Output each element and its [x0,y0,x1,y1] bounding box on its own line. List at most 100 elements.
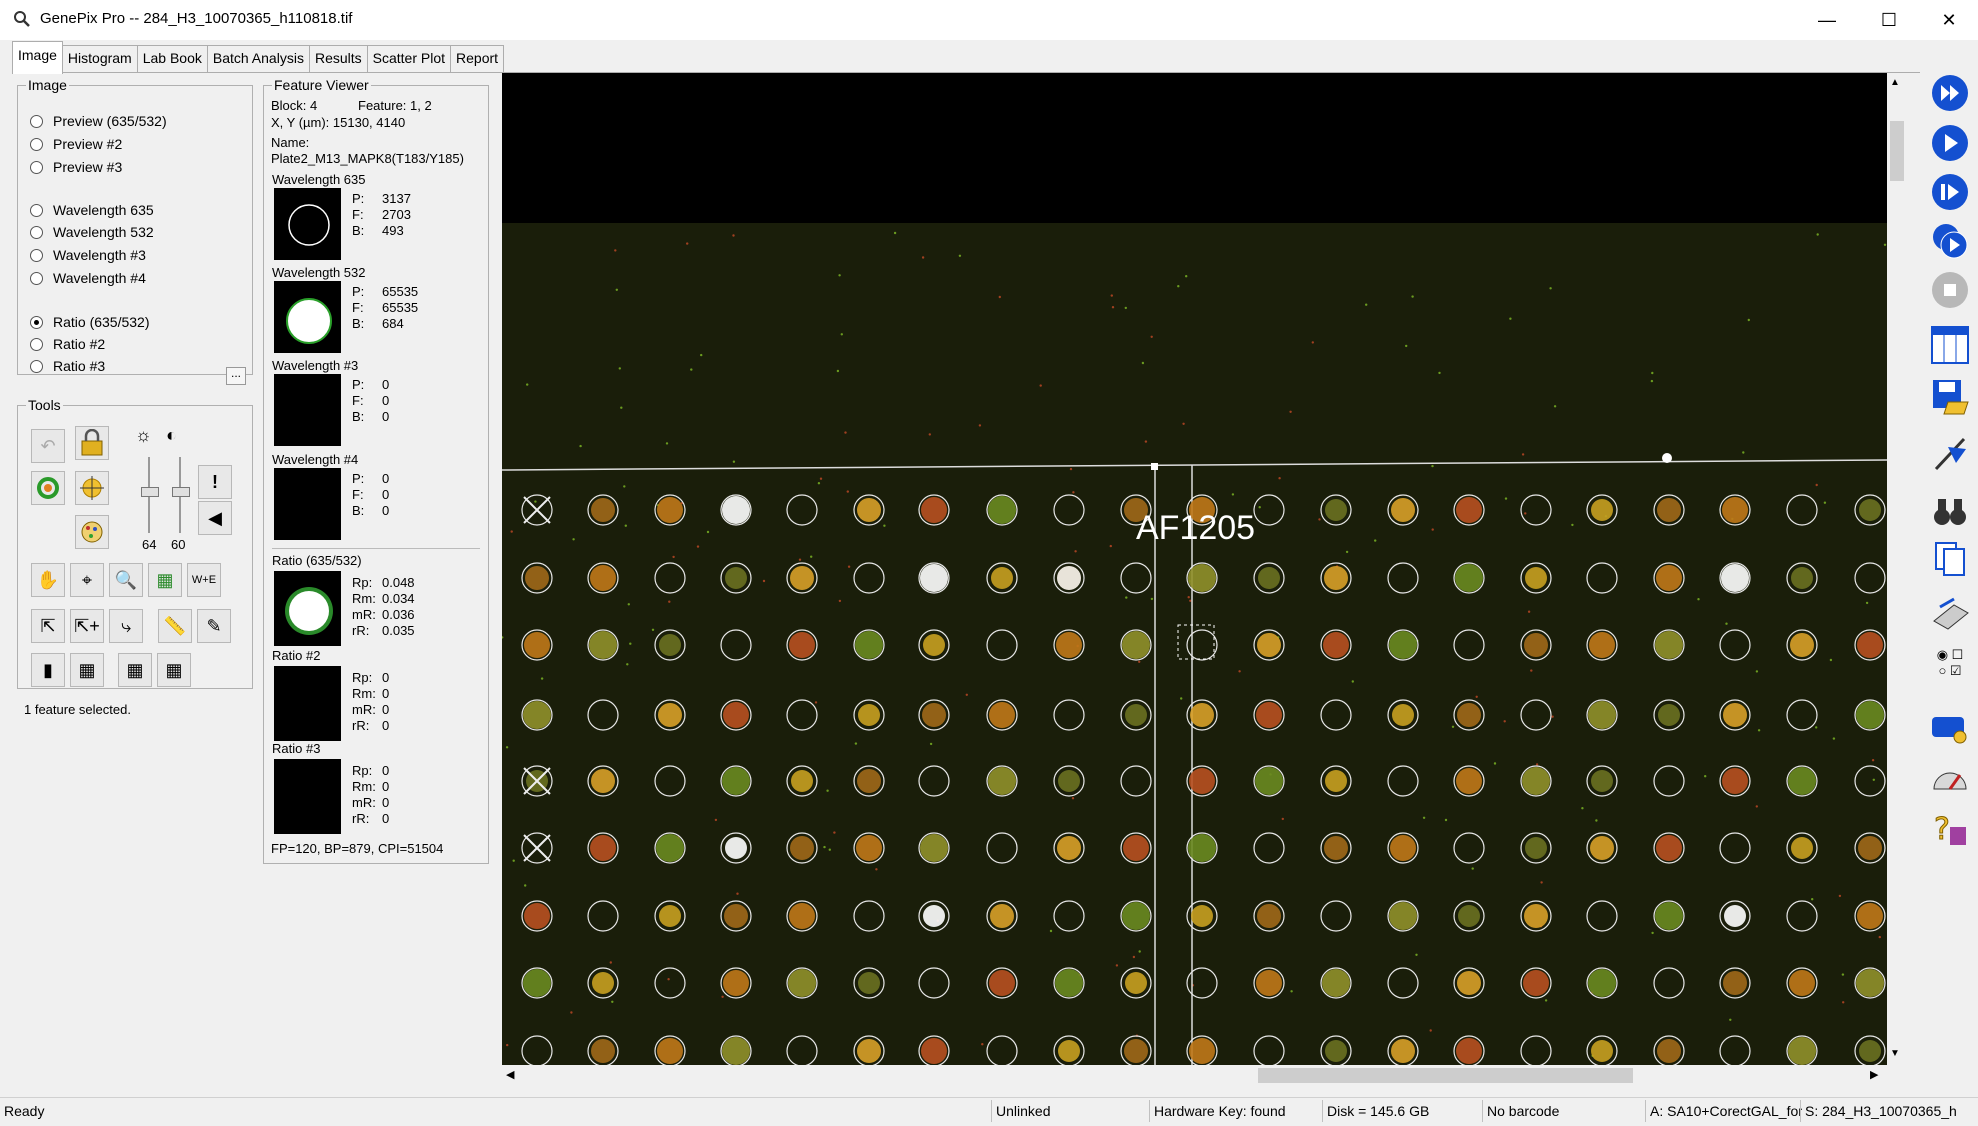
tab-image[interactable]: Image [12,41,63,74]
noise-speck [1115,964,1119,967]
zoom-icon[interactable]: 🔍 [109,563,143,597]
scan-fast-forward-icon[interactable] [1929,72,1971,114]
copy-pages-icon[interactable] [1929,538,1971,580]
compass-icon[interactable]: W+E [187,563,221,597]
arrow-left-icon[interactable]: ◀ [198,501,232,535]
spot [722,767,750,795]
tab-batch-analysis[interactable]: Batch Analysis [206,45,310,72]
contrast-slider[interactable] [170,457,190,533]
close-button[interactable]: ✕ [1920,0,1978,40]
feature-dots-icon[interactable] [75,515,109,549]
lock-icon[interactable] [75,426,109,460]
image-option-label: Preview #3 [53,159,123,175]
noise-speck [579,444,582,448]
image-option[interactable]: Preview #3 [30,159,122,175]
grid-green-icon[interactable]: ▦ [148,563,182,597]
radio-button[interactable] [30,315,43,329]
horizontal-scrollbar[interactable]: ◀ ▶ [502,1065,1887,1086]
add-feature-icon[interactable]: ⇱+ [70,609,104,643]
scroll-left-icon[interactable]: ◀ [506,1068,514,1081]
vertical-scroll-thumb[interactable] [1890,121,1904,181]
maximize-button[interactable]: ☐ [1860,0,1918,40]
spot [590,835,616,861]
tab-lab-book[interactable]: Lab Book [136,45,208,72]
grid-icon[interactable]: ▦ [70,653,104,687]
camera-key-icon[interactable] [1929,706,1971,748]
image-option[interactable]: Preview (635/532) [30,113,167,129]
radio-button[interactable] [30,248,43,262]
pencil-icon[interactable]: ✎ [197,609,231,643]
grid-add-icon[interactable]: ▦ [118,653,152,687]
tools-group: Tools ↶ ☼ ◐ 64 60 ! ◀ ✋ ⌖ 🔍 ▦ W+E ⇱ ⇱+ ⤷… [17,397,253,689]
tab-histogram[interactable]: Histogram [61,45,138,72]
noise-speck [1471,867,1474,870]
gauge-icon[interactable] [1929,758,1971,800]
single-column-icon[interactable]: ▮ [31,653,65,687]
scan-once-icon[interactable] [1929,171,1971,213]
noise-speck [506,1043,509,1047]
microarray-canvas[interactable] [502,73,1887,1065]
tab-scatter-plot[interactable]: Scatter Plot [366,45,452,72]
tab-results[interactable]: Results [308,45,368,72]
radio-button[interactable] [30,271,43,285]
horizontal-scroll-thumb[interactable] [1258,1068,1633,1083]
image-option[interactable]: Ratio #3 [30,358,105,374]
scan-play-icon[interactable] [1929,122,1971,164]
wavelength-stat-value: 0 [382,503,390,518]
align-target-icon[interactable] [75,471,109,505]
scan-batch-icon[interactable] [1929,220,1971,262]
more-options-button[interactable]: ... [226,367,246,385]
tab-report[interactable]: Report [450,45,505,72]
noise-speck [1816,233,1819,236]
image-option[interactable]: Ratio #2 [30,336,105,352]
ratio-stat-value: 0 [382,670,390,685]
image-option[interactable]: Wavelength 635 [30,202,154,218]
barcode-grid-icon[interactable] [1929,324,1971,366]
radio-button[interactable] [30,137,43,151]
rotate-grid-icon[interactable] [31,471,65,505]
scroll-down-icon[interactable]: ▼ [1890,1048,1900,1059]
spot [1058,770,1080,792]
ruler-icon[interactable]: 📏 [158,609,192,643]
radio-button[interactable] [30,160,43,174]
noise-speck [690,368,693,371]
array-image[interactable]: AF1205 [502,73,1887,1065]
image-option[interactable]: Wavelength #3 [30,247,146,263]
scroll-right-icon[interactable]: ▶ [1870,1068,1878,1081]
spot [1524,633,1548,657]
select-block-icon[interactable]: ⇱ [31,609,65,643]
binoculars-icon[interactable] [1929,490,1971,532]
alert-icon[interactable]: ! [198,465,232,499]
help-book-icon[interactable]: ? [1929,808,1971,850]
lasso-icon[interactable]: ⤷ [109,609,143,643]
hand-pan-icon[interactable]: ✋ [31,563,65,597]
brightness-slider[interactable] [139,457,159,533]
image-option[interactable]: Ratio (635/532) [30,314,150,330]
image-option[interactable]: Preview #2 [30,136,122,152]
zoom-target-icon[interactable]: ⌖ [70,563,104,597]
image-option-label: Wavelength #4 [53,270,146,286]
minimize-button[interactable]: — [1798,0,1856,40]
vertical-scrollbar[interactable]: ▲ ▼ [1887,73,1907,1065]
radio-button[interactable] [30,337,43,351]
brightness-icon: ☼ [135,425,152,445]
undo-icon[interactable]: ↶ [31,429,65,463]
radio-button[interactable] [30,114,43,128]
spot [1788,1037,1816,1065]
radio-button[interactable] [30,359,43,373]
radio-button[interactable] [30,203,43,217]
save-icon[interactable] [1929,375,1971,417]
image-option[interactable]: Wavelength #4 [30,270,146,286]
scanner-icon[interactable] [1929,592,1971,634]
radio-button[interactable] [30,225,43,239]
ratio-stat-value: 0 [382,811,390,826]
feature-viewer-legend: Feature Viewer [274,77,369,93]
grid-edit-icon[interactable]: ▦ [157,653,191,687]
image-option[interactable]: Wavelength 532 [30,224,154,240]
scroll-up-icon[interactable]: ▲ [1890,77,1900,88]
toggle-options-icon[interactable]: ◉ ☐ ○ ☑ [1929,642,1971,684]
spot [525,566,549,590]
spot [591,1039,615,1063]
stop-icon[interactable] [1929,269,1971,311]
flag-pen-icon[interactable] [1929,432,1971,474]
